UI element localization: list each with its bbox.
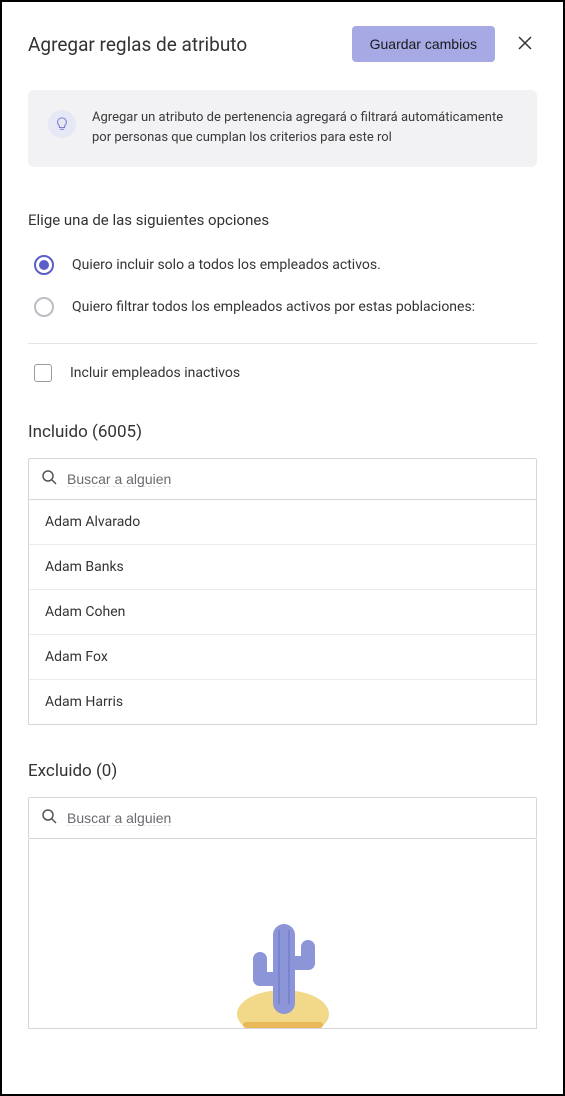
search-icon	[41, 808, 57, 828]
checkbox-icon	[34, 364, 52, 382]
checkbox-label: Incluir empleados inactivos	[70, 365, 240, 381]
options-heading: Elige una de las siguientes opciones	[28, 211, 537, 229]
radio-label: Quiero incluir solo a todos los empleado…	[72, 257, 381, 273]
lightbulb-icon	[48, 110, 76, 138]
radio-icon	[34, 255, 54, 275]
page-title: Agregar reglas de atributo	[28, 33, 247, 56]
included-title: Incluido (6005)	[28, 422, 537, 442]
excluded-empty-state	[28, 839, 537, 1029]
close-icon	[517, 35, 533, 54]
list-item[interactable]: Adam Alvarado	[29, 500, 536, 545]
info-banner: Agregar un atributo de pertenencia agreg…	[28, 90, 537, 167]
close-button[interactable]	[513, 31, 537, 58]
radio-label: Quiero filtrar todos los empleados activ…	[72, 299, 475, 315]
divider	[28, 343, 537, 344]
excluded-search-row[interactable]	[28, 797, 537, 839]
checkbox-include-inactive[interactable]: Incluir empleados inactivos	[28, 364, 537, 382]
list-item[interactable]: Adam Cohen	[29, 590, 536, 635]
included-list: Adam Alvarado Adam Banks Adam Cohen Adam…	[28, 500, 537, 725]
radio-include-all-active[interactable]: Quiero incluir solo a todos los empleado…	[34, 255, 537, 275]
list-item[interactable]: Adam Banks	[29, 545, 536, 590]
list-item[interactable]: Adam Fox	[29, 635, 536, 680]
included-search-input[interactable]	[67, 471, 524, 487]
radio-filter-by-population[interactable]: Quiero filtrar todos los empleados activ…	[34, 297, 537, 317]
cactus-illustration	[223, 894, 343, 1029]
search-icon	[41, 469, 57, 489]
save-button[interactable]: Guardar cambios	[352, 26, 495, 62]
info-text: Agregar un atributo de pertenencia agreg…	[92, 108, 517, 147]
list-item[interactable]: Adam Harris	[29, 680, 536, 724]
excluded-title: Excluido (0)	[28, 761, 537, 781]
excluded-search-input[interactable]	[67, 810, 524, 826]
included-search-row[interactable]	[28, 458, 537, 500]
radio-icon	[34, 297, 54, 317]
